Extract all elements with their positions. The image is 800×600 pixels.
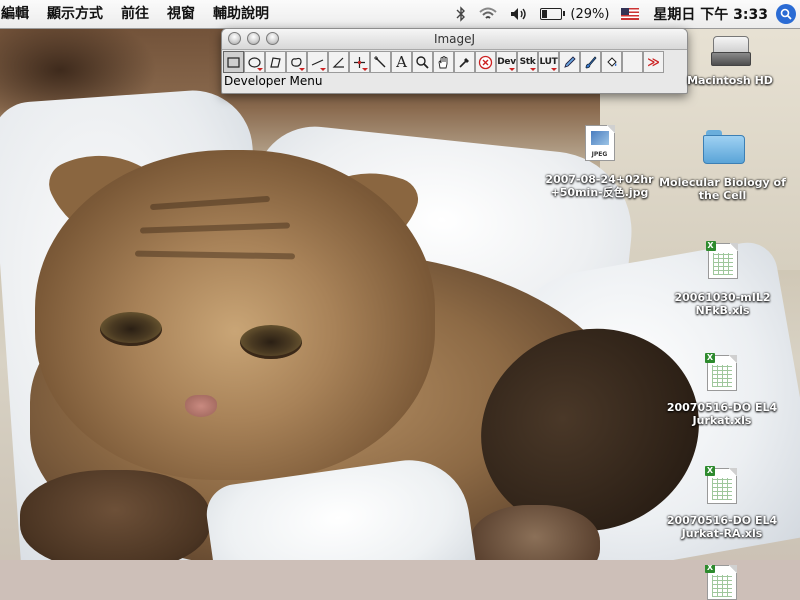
hand-tool-button[interactable] xyxy=(433,51,454,73)
menu-go[interactable]: 前往 xyxy=(112,0,158,28)
line-tool-button[interactable] xyxy=(307,51,328,73)
submenu-indicator-icon xyxy=(320,68,326,71)
dev-tool-icon: Dev xyxy=(497,57,516,67)
desktop-item-xls[interactable]: X xyxy=(705,565,739,600)
wallpaper-floor xyxy=(0,560,800,600)
menu-window[interactable]: 視窗 xyxy=(158,0,204,28)
point-tool-button[interactable] xyxy=(349,51,370,73)
stop-tool-icon xyxy=(478,55,493,70)
desktop-item-label: Molecular Biology of the Cell xyxy=(659,176,786,202)
submenu-indicator-icon xyxy=(551,68,557,71)
menu-view[interactable]: 顯示方式 xyxy=(38,0,112,28)
imagej-title-bar[interactable]: ImageJ xyxy=(222,29,687,50)
lut-tool-icon: LUT xyxy=(539,57,558,67)
wallpaper-cat-eye xyxy=(100,312,162,346)
text-tool-button[interactable]: A xyxy=(391,51,412,73)
battery-level-fill xyxy=(542,10,548,18)
submenu-indicator-icon xyxy=(257,68,263,71)
flood-fill-tool-icon xyxy=(604,55,619,70)
jpeg-file-icon: JPEG xyxy=(584,125,615,161)
xls-file-icon: X xyxy=(705,241,738,279)
desktop-item-jpeg[interactable]: JPEG 2007-08-24+02hr +50min-反色.jpg xyxy=(532,125,667,199)
submenu-indicator-icon xyxy=(509,68,515,71)
wand-tool-icon xyxy=(373,55,388,70)
desktop-item-label: Macintosh HD xyxy=(687,74,773,87)
desktop-item-label: 20070516-DO EL4 Jurkat.xls xyxy=(666,401,778,427)
text-tool-icon: A xyxy=(396,53,407,71)
folder-icon xyxy=(702,128,745,164)
input-menu-flag-icon[interactable] xyxy=(621,0,640,28)
rectangle-tool-button[interactable] xyxy=(223,51,244,73)
brush-tool-button[interactable] xyxy=(580,51,601,73)
magnifier-tool-button[interactable] xyxy=(412,51,433,73)
dropper-tool-icon xyxy=(457,55,472,70)
desktop-item-xls[interactable]: X 20070516-DO EL4 Jurkat.xls xyxy=(662,353,782,427)
magnifier-tool-icon xyxy=(415,55,430,70)
imagej-window: ImageJ A Dev Stk LUT ≫ Developer Menu xyxy=(221,28,688,94)
wallpaper-cat-eye xyxy=(240,325,302,359)
macintosh-hd-icon xyxy=(711,32,751,66)
battery-icon xyxy=(540,8,566,20)
desktop-item-xls[interactable]: X 20070516-DO EL4 Jurkat-RA.xls xyxy=(662,466,782,540)
stk-tool-icon: Stk xyxy=(519,57,536,67)
menu-extras: (29%) 星期日 下午 3:33 xyxy=(450,0,800,28)
freehand-tool-button[interactable] xyxy=(286,51,307,73)
desktop-item-xls[interactable]: X 20061030-mIL2 NFkB.xls xyxy=(670,241,775,317)
submenu-indicator-icon xyxy=(299,68,305,71)
desktop-item-folder[interactable]: Molecular Biology of the Cell xyxy=(659,128,786,202)
submenu-indicator-icon xyxy=(530,68,536,71)
polygon-tool-icon xyxy=(268,55,283,70)
desktop-item-label: 20061030-mIL2 NFkB.xls xyxy=(674,291,771,317)
pencil-tool-icon xyxy=(562,55,577,70)
hand-tool-icon xyxy=(436,55,451,70)
wallpaper-cat-paw xyxy=(20,470,210,570)
angle-tool-icon xyxy=(331,55,346,70)
xls-file-icon: X xyxy=(705,466,737,504)
submenu-indicator-icon xyxy=(362,68,368,71)
xls-file-icon: X xyxy=(705,565,737,600)
stop-tool-button[interactable] xyxy=(475,51,496,73)
menu-bar-items: 編輯 顯示方式 前往 視窗 輔助說明 xyxy=(0,0,278,28)
desktop-item-label: 2007-08-24+02hr +50min-反色.jpg xyxy=(545,173,654,199)
menu-bar: 編輯 顯示方式 前往 視窗 輔助說明 (29%) 星期日 下午 3:33 xyxy=(0,0,800,29)
spotlight-search-icon[interactable] xyxy=(776,4,796,24)
brush-tool-icon xyxy=(583,55,598,70)
pencil-tool-button[interactable] xyxy=(559,51,580,73)
stk-tool-button[interactable]: Stk xyxy=(517,51,538,73)
dropper-tool-button[interactable] xyxy=(454,51,475,73)
desktop-item-macintosh-hd[interactable]: Macintosh HD xyxy=(680,32,780,87)
desktop-item-label: 20070516-DO EL4 Jurkat-RA.xls xyxy=(666,514,778,540)
dev-tool-button[interactable]: Dev xyxy=(496,51,517,73)
more-tools-icon: ≫ xyxy=(647,55,660,69)
empty-tool-slot[interactable] xyxy=(622,51,643,73)
angle-tool-button[interactable] xyxy=(328,51,349,73)
menu-edit[interactable]: 編輯 xyxy=(0,0,38,28)
polygon-tool-button[interactable] xyxy=(265,51,286,73)
battery-status[interactable]: (29%) xyxy=(540,0,609,28)
volume-icon[interactable] xyxy=(510,0,528,28)
flood-fill-tool-button[interactable] xyxy=(601,51,622,73)
xls-file-icon: X xyxy=(705,353,737,391)
imagej-status-text: Developer Menu xyxy=(224,74,323,88)
imagej-toolbar: A Dev Stk LUT ≫ xyxy=(222,50,687,74)
rectangle-tool-icon xyxy=(226,55,241,70)
battery-percent: (29%) xyxy=(570,6,610,22)
imagej-title: ImageJ xyxy=(433,32,476,46)
more-tools-button[interactable]: ≫ xyxy=(643,51,664,73)
wifi-icon[interactable] xyxy=(478,0,498,28)
oval-tool-button[interactable] xyxy=(244,51,265,73)
menu-clock[interactable]: 星期日 下午 3:33 xyxy=(653,4,768,24)
bluetooth-icon[interactable] xyxy=(456,0,466,28)
wand-tool-button[interactable] xyxy=(370,51,391,73)
lut-tool-button[interactable]: LUT xyxy=(538,51,559,73)
wallpaper-cat-nose xyxy=(185,395,217,417)
menu-help[interactable]: 輔助說明 xyxy=(204,0,278,28)
jpeg-badge: JPEG xyxy=(591,151,608,158)
